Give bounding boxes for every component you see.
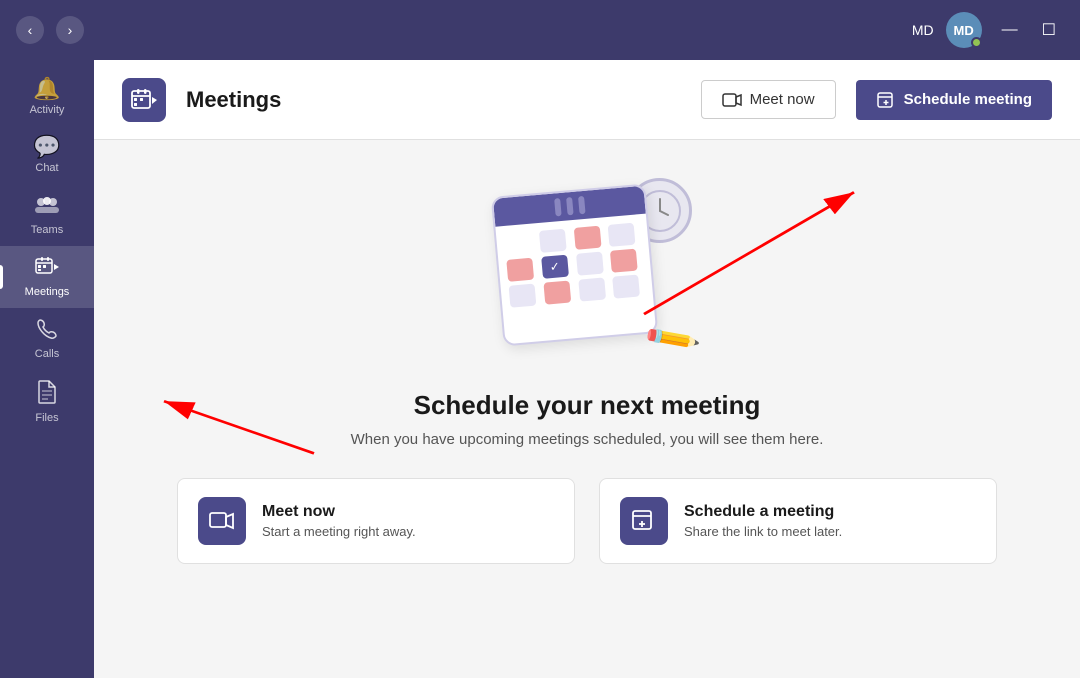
meet-now-card-icon — [198, 497, 246, 545]
meet-now-card-title: Meet now — [262, 503, 416, 521]
titlebar-right: MD MD — ☐ — [912, 12, 1064, 48]
sidebar-label-chat: Chat — [35, 162, 58, 174]
app-body: 🔔 Activity 💬 Chat Teams — [0, 60, 1080, 678]
files-icon — [37, 380, 57, 408]
calendar-body: ✓ — [491, 184, 658, 347]
calendar-illustration: ✓ ✏️ — [477, 170, 697, 370]
main-content: ✓ ✏️ Schedule your next meeting When you… — [94, 140, 1080, 678]
sidebar-item-files[interactable]: Files — [0, 370, 94, 434]
sidebar-label-teams: Teams — [31, 224, 63, 236]
sidebar-item-meetings[interactable]: Meetings — [0, 246, 94, 308]
back-button[interactable]: ‹ — [16, 16, 44, 44]
schedule-meeting-card-icon — [620, 497, 668, 545]
window-controls: — ☐ — [994, 16, 1064, 44]
forward-button[interactable]: › — [56, 16, 84, 44]
meet-now-card-text: Meet now Start a meeting right away. — [262, 503, 416, 539]
schedule-meeting-label: Schedule meeting — [904, 91, 1032, 108]
presence-badge — [971, 37, 982, 48]
schedule-heading: Schedule your next meeting — [414, 390, 761, 421]
calls-icon — [36, 318, 58, 344]
sidebar-label-activity: Activity — [30, 104, 65, 116]
maximize-button[interactable]: ☐ — [1034, 16, 1064, 44]
content-header: Meetings Meet now Schedule meeting — [94, 60, 1080, 140]
avatar[interactable]: MD — [946, 12, 982, 48]
content-area: Meetings Meet now Schedule meeting — [94, 60, 1080, 678]
meet-now-card[interactable]: Meet now Start a meeting right away. — [177, 478, 575, 564]
nav-buttons: ‹ › — [16, 16, 84, 44]
cards-row: Meet now Start a meeting right away. — [177, 478, 997, 564]
schedule-meeting-button[interactable]: Schedule meeting — [856, 80, 1052, 120]
sidebar-item-calls[interactable]: Calls — [0, 308, 94, 370]
meetings-header-icon — [122, 78, 166, 122]
schedule-meeting-card-text: Schedule a meeting Share the link to mee… — [684, 503, 842, 539]
schedule-meeting-card[interactable]: Schedule a meeting Share the link to mee… — [599, 478, 997, 564]
sidebar-item-activity[interactable]: 🔔 Activity — [0, 68, 94, 126]
user-label: MD — [912, 22, 934, 38]
teams-icon — [35, 194, 59, 220]
activity-icon: 🔔 — [33, 78, 60, 100]
page-title: Meetings — [186, 87, 681, 113]
meet-now-button[interactable]: Meet now — [701, 80, 836, 119]
meet-now-label: Meet now — [750, 91, 815, 108]
schedule-meeting-card-desc: Share the link to meet later. — [684, 524, 842, 539]
chat-icon: 💬 — [33, 136, 60, 158]
schedule-subtitle: When you have upcoming meetings schedule… — [351, 431, 824, 448]
minimize-button[interactable]: — — [994, 16, 1026, 44]
avatar-initials: MD — [954, 23, 974, 38]
meet-now-card-desc: Start a meeting right away. — [262, 524, 416, 539]
sidebar-item-chat[interactable]: 💬 Chat — [0, 126, 94, 184]
sidebar-item-teams[interactable]: Teams — [0, 184, 94, 246]
sidebar-label-meetings: Meetings — [25, 286, 70, 298]
schedule-meeting-card-title: Schedule a meeting — [684, 503, 842, 521]
meetings-icon — [35, 256, 59, 282]
sidebar: 🔔 Activity 💬 Chat Teams — [0, 60, 94, 678]
sidebar-label-calls: Calls — [35, 348, 59, 360]
titlebar: ‹ › MD MD — ☐ — [0, 0, 1080, 60]
sidebar-label-files: Files — [35, 412, 58, 424]
